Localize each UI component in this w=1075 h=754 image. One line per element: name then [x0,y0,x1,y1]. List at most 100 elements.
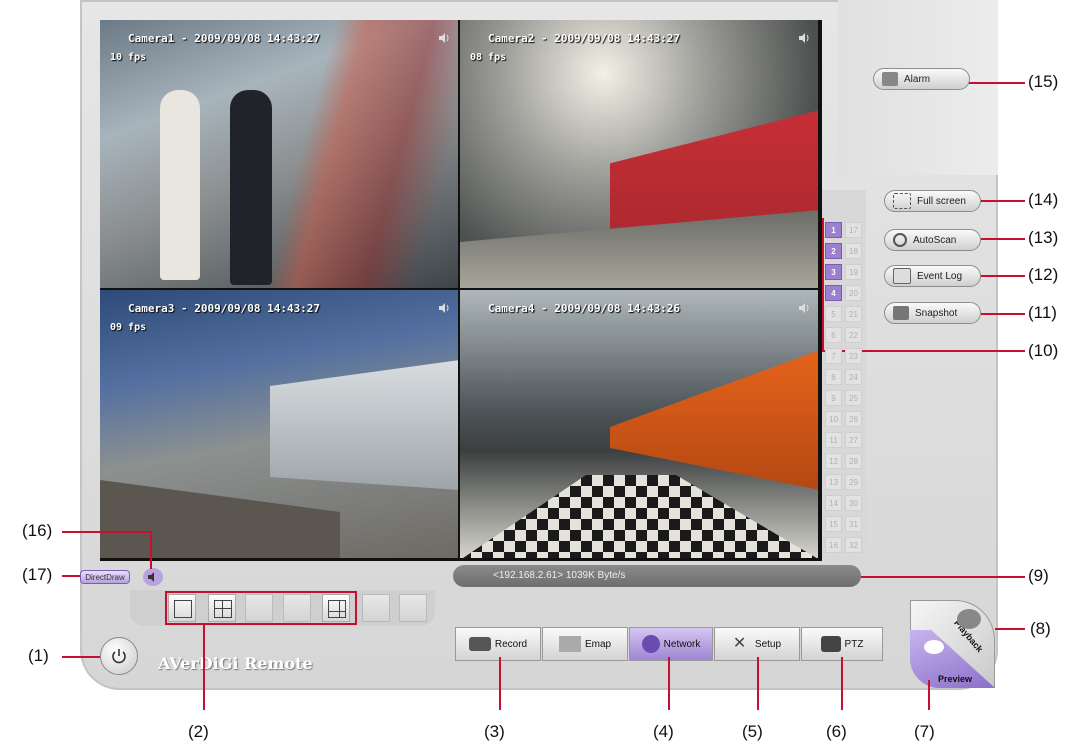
callout-15: (15) [1028,72,1059,91]
preview-label: Preview [938,674,973,684]
record-icon [468,637,491,651]
camera-select-30[interactable]: 30 [845,495,862,511]
callout-line-17 [62,575,80,577]
camera-view-3[interactable]: Camera3 - 2009/09/08 14:43:27 09 fps [100,290,458,558]
camera-3-label: Camera3 - 2009/09/08 14:43:27 [128,302,321,315]
power-button[interactable] [100,637,138,675]
callout-3: (3) [484,722,505,741]
camera-select-4[interactable]: 4 [825,285,842,301]
camera-select-14[interactable]: 14 [825,495,842,511]
autoscan-label: AutoScan [913,234,957,246]
callout-line-2 [203,625,205,710]
camera-4-label: Camera4 - 2009/09/08 14:43:26 [488,302,681,315]
camera-select-17[interactable]: 17 [845,222,862,238]
emap-label: Emap [584,638,612,650]
camera-select-11[interactable]: 11 [825,432,842,448]
camera-select-24[interactable]: 24 [845,369,862,385]
camera-select-12[interactable]: 12 [825,453,842,469]
callout-line-6 [841,657,843,710]
camera-view-1[interactable]: Camera1 - 2009/09/08 14:43:27 10 fps [100,20,458,288]
callout-10: (10) [1028,341,1059,360]
camera-3-fps: 09 fps [110,322,147,333]
camera-select-7[interactable]: 7 [825,348,842,364]
alarm-button[interactable]: Alarm [873,68,970,90]
speaker-icon[interactable] [798,302,810,314]
callout-8: (8) [1030,619,1051,638]
camera-select-32[interactable]: 32 [845,537,862,553]
camera-select-3[interactable]: 3 [825,264,842,280]
camera-2-fps: 08 fps [470,52,507,63]
callout-line-1 [62,656,100,658]
camera-select-10[interactable]: 10 [825,411,842,427]
event-log-label: Event Log [917,270,963,282]
camera-select-25[interactable]: 25 [845,390,862,406]
emap-button[interactable]: Emap [542,627,628,661]
layout-highlight [165,591,357,625]
camera-select-15[interactable]: 15 [825,516,842,532]
camera-view-4[interactable]: Camera4 - 2009/09/08 14:43:26 [460,290,818,558]
callout-12: (12) [1028,265,1059,284]
camera-select-20[interactable]: 20 [845,285,862,301]
callout-line-10-v [822,290,824,350]
network-status-bar: <192.168.2.61> 1039K Byte/s [453,565,861,587]
event-log-button[interactable]: Event Log [884,265,981,287]
camera-select-27[interactable]: 27 [845,432,862,448]
camera-select-29[interactable]: 29 [845,474,862,490]
callout-6: (6) [826,722,847,741]
camera-select-16[interactable]: 16 [825,537,842,553]
ptz-button[interactable]: PTZ [801,627,883,661]
camera-select-13[interactable]: 13 [825,474,842,490]
power-icon [112,649,126,664]
camera-select-19[interactable]: 19 [845,264,862,280]
record-button[interactable]: Record [455,627,541,661]
callout-16: (16) [22,521,53,540]
network-button[interactable]: Network [629,627,713,661]
camera-1-fps: 10 fps [110,52,147,63]
layout-6x6-button[interactable] [399,594,427,622]
callout-1: (1) [28,646,49,665]
full-screen-button[interactable]: Full screen [884,190,981,212]
speaker-icon[interactable] [438,32,450,44]
camera-select-26[interactable]: 26 [845,411,862,427]
snapshot-label: Snapshot [915,307,958,319]
callout-9: (9) [1028,566,1049,585]
camera-select-5[interactable]: 5 [825,306,842,322]
camera-select-18[interactable]: 18 [845,243,862,259]
camera-view-2[interactable]: Camera2 - 2009/09/08 14:43:27 08 fps [460,20,818,288]
camera-select-9[interactable]: 9 [825,390,842,406]
directdraw-button[interactable]: DirectDraw [80,570,130,584]
camera-select-2[interactable]: 2 [825,243,842,259]
volume-button[interactable] [143,568,163,586]
camera-select-1[interactable]: 1 [825,222,842,238]
autoscan-button[interactable]: AutoScan [884,229,981,251]
camera-select-23[interactable]: 23 [845,348,862,364]
snapshot-button[interactable]: Snapshot [884,302,981,324]
callout-5: (5) [742,722,763,741]
autoscan-icon [893,233,907,247]
callout-14: (14) [1028,190,1059,209]
ptz-label: PTZ [844,638,864,650]
full-screen-label: Full screen [917,195,966,207]
camera-select-8[interactable]: 8 [825,369,842,385]
speaker-icon[interactable] [438,302,450,314]
video-monitor: Camera1 - 2009/09/08 14:43:27 10 fps Cam… [100,20,822,561]
callout-line-7 [928,680,930,710]
preview-icon [924,640,944,654]
callout-line-5 [757,657,759,710]
callout-7: (7) [914,722,935,741]
camera-select-22[interactable]: 22 [845,327,862,343]
camera-select-6[interactable]: 6 [825,327,842,343]
setup-label: Setup [754,638,782,650]
callout-line-9 [861,576,1025,578]
camera-1-label: Camera1 - 2009/09/08 14:43:27 [128,32,321,45]
setup-button[interactable]: ✕ Setup [714,627,800,661]
camera-select-28[interactable]: 28 [845,453,862,469]
layout-5x5-button[interactable] [362,594,390,622]
speaker-icon[interactable] [798,32,810,44]
callout-line-11 [981,313,1025,315]
camera-select-21[interactable]: 21 [845,306,862,322]
brand-logo: AVerDiGi Remote [158,654,313,673]
camera-select-31[interactable]: 31 [845,516,862,532]
fullscreen-icon [893,193,911,209]
callout-2: (2) [188,722,209,741]
